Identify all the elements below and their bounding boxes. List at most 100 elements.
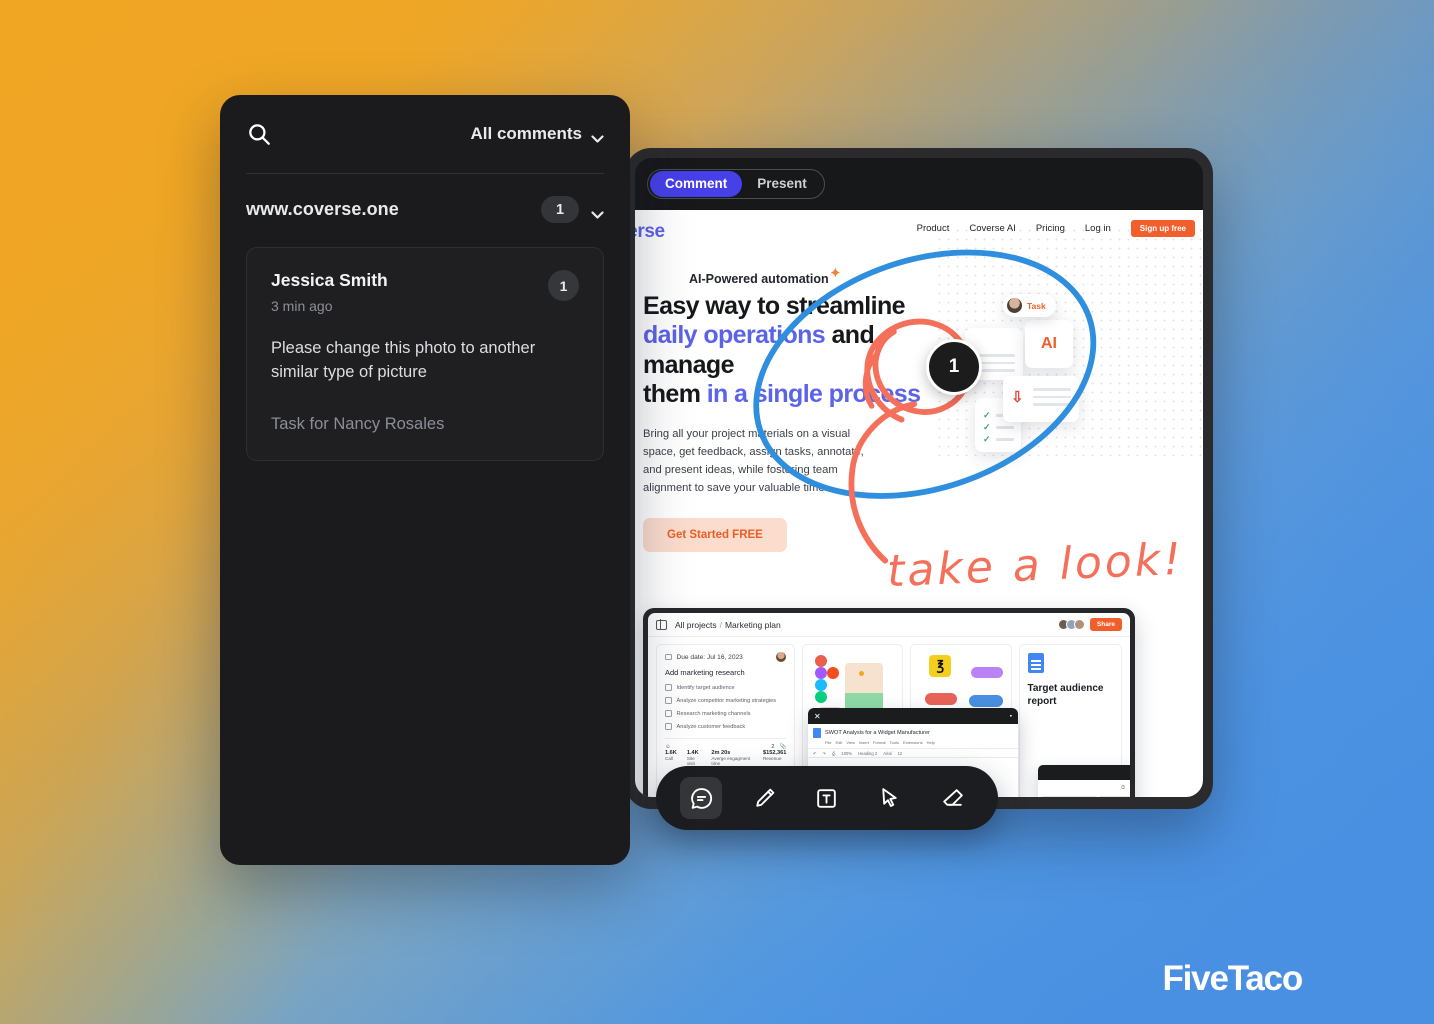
menu-edit[interactable]: Edit: [835, 740, 842, 745]
mode-switch[interactable]: Comment Present: [647, 169, 825, 199]
card-lines: [1033, 388, 1071, 411]
text-tool-button[interactable]: [806, 777, 848, 819]
redo-icon[interactable]: ↷: [823, 751, 827, 756]
avatar: [1007, 298, 1022, 313]
stat-item: 1.4K Site visit: [687, 750, 702, 766]
menu-format[interactable]: Format: [873, 740, 886, 745]
menu-view[interactable]: View: [846, 740, 855, 745]
nested-app-topbar: All projects / Marketing plan Share: [648, 613, 1130, 637]
menu-insert[interactable]: Insert: [859, 740, 869, 745]
stat-item: 1.6K Call: [665, 750, 677, 766]
comment-card-header: Jessica Smith 3 min ago 1: [271, 270, 579, 314]
swot-toolbar: ↶ ↷ ⎙ 100% Heading 2 Arial 12: [808, 748, 1018, 758]
pdf-icon: ⇩: [1011, 389, 1024, 406]
swot-titlebar: ✕ ⬝: [808, 708, 1018, 724]
eraser-tool-button[interactable]: [932, 777, 974, 819]
nav-item-pricing[interactable]: Pricing: [1036, 223, 1065, 234]
comment-body-text: Please change this photo to another simi…: [271, 339, 536, 382]
checklist-item[interactable]: Analyze competitor marketing strategies: [665, 697, 786, 705]
zoom-select[interactable]: 100%: [841, 751, 852, 756]
pen-tool-button[interactable]: [743, 777, 785, 819]
comment-tool-button[interactable]: [680, 777, 723, 819]
select-tool-button[interactable]: [869, 777, 911, 819]
sparkle-icon: ✦: [829, 265, 842, 282]
comments-panel: All comments www.coverse.one 1 Jessica S…: [220, 95, 630, 865]
nav-item-login[interactable]: Log in: [1085, 223, 1111, 234]
checkbox[interactable]: [665, 697, 672, 704]
annotation-toolbar: [656, 766, 998, 830]
website-page: verse Product Coverse AI Pricing Log in …: [635, 210, 1203, 797]
comments-filter-label: All comments: [470, 124, 582, 143]
browser-device-frame: Comment Present verse Product Coverse AI…: [625, 148, 1213, 809]
text-icon: [817, 788, 837, 808]
nested-app-actions: Share: [1057, 618, 1122, 631]
spreadsheet-actions: ⏱: [1038, 780, 1130, 796]
font-select[interactable]: Arial: [883, 751, 891, 756]
nav-item-product[interactable]: Product: [917, 223, 950, 234]
comment-icon: [691, 787, 712, 809]
comment-marker-1[interactable]: 1: [926, 339, 982, 395]
spreadsheet-overlay: ⬝ ⏱ 2020 2021: [1038, 765, 1130, 797]
task-chip-label: Task: [1027, 300, 1046, 311]
checkbox[interactable]: [665, 684, 672, 691]
comments-filter-dropdown[interactable]: All comments: [471, 124, 604, 144]
breadcrumb-root[interactable]: All projects: [675, 620, 717, 630]
site-group-actions: 1: [541, 196, 604, 223]
hero-line-3-highlight: in a single process: [706, 379, 921, 408]
menu-help[interactable]: Help: [927, 740, 935, 745]
checklist-item[interactable]: Identify target audience: [665, 684, 786, 692]
stat-item: 2m 20s Averge engagment time: [711, 750, 753, 766]
panel-toggle-icon[interactable]: [656, 619, 667, 630]
checkbox[interactable]: [665, 723, 672, 730]
checkbox[interactable]: [665, 653, 672, 661]
search-button[interactable]: [246, 121, 272, 147]
chevron-down-icon[interactable]: [591, 206, 604, 219]
undo-icon[interactable]: ↶: [813, 751, 817, 756]
hero-eyebrow: AI-Powered automation: [689, 272, 829, 286]
comment-task-assignee: Task for Nancy Rosales: [271, 414, 445, 433]
share-button[interactable]: Share: [1089, 618, 1122, 631]
checklist-label: Research marketing channels: [676, 711, 751, 718]
history-icon[interactable]: ⏱: [1121, 785, 1125, 791]
comment-timestamp: 3 min ago: [271, 298, 333, 314]
site-group-row[interactable]: www.coverse.one 1: [220, 174, 630, 243]
style-select[interactable]: Heading 2: [858, 751, 877, 756]
close-icon[interactable]: ✕: [814, 712, 821, 721]
checklist-item[interactable]: Research marketing channels: [665, 710, 786, 718]
tab-comment[interactable]: Comment: [650, 171, 743, 197]
breadcrumb-current[interactable]: Marketing plan: [725, 620, 781, 630]
hero-line-2-highlight: daily operations: [643, 321, 826, 350]
floating-card-pdf: ⇩: [1003, 376, 1079, 422]
menu-tools[interactable]: Tools: [890, 740, 899, 745]
nav-links: Product Coverse AI Pricing Log in Sign u…: [917, 220, 1195, 237]
checklist-row: ✓: [983, 434, 1014, 445]
site-comment-count: 1: [541, 196, 579, 223]
checklist-label: Analyze customer feedback: [676, 724, 746, 731]
breadcrumb: All projects / Marketing plan: [675, 620, 781, 630]
device-screen: Comment Present verse Product Coverse AI…: [635, 158, 1203, 797]
get-started-free-button[interactable]: Get Started FREE: [643, 517, 787, 552]
expand-icon[interactable]: ⬝: [1010, 711, 1012, 721]
fontsize-select[interactable]: 12: [898, 751, 903, 756]
hero-title: Easy way to streamline daily operations …: [643, 292, 943, 409]
print-icon[interactable]: ⎙: [832, 751, 835, 756]
tab-present[interactable]: Present: [742, 171, 822, 197]
google-docs-icon: [1027, 653, 1044, 673]
pencil-icon: [755, 788, 774, 807]
stat-label: Call: [665, 756, 673, 762]
checklist-label: Identify target audience: [676, 685, 735, 691]
checkbox[interactable]: [665, 710, 672, 717]
comment-card[interactable]: Jessica Smith 3 min ago 1 Please change …: [246, 247, 604, 461]
hero-section: AI-Powered automation ✦ Easy way to stre…: [643, 265, 943, 552]
due-date-label: Due date: Jul 16, 2023: [676, 653, 743, 661]
comment-author: Jessica Smith: [271, 270, 388, 290]
cursor-icon: [882, 787, 897, 807]
spreadsheet-grid: 2020 2021 $1,200 $1,200 $1,900 $1,900: [1038, 796, 1130, 797]
menu-file[interactable]: File: [825, 740, 831, 745]
checklist-item[interactable]: Analyze customer feedback: [665, 723, 786, 731]
swot-filename: SWOT Analysis for a Widget Manufacturer: [825, 730, 930, 736]
doc-card-title: Target audience report: [1027, 683, 1104, 707]
nav-item-coverse-ai[interactable]: Coverse AI: [969, 223, 1015, 234]
signup-free-button[interactable]: Sign up free: [1130, 220, 1195, 237]
menu-extensions[interactable]: Extensions: [903, 740, 923, 745]
